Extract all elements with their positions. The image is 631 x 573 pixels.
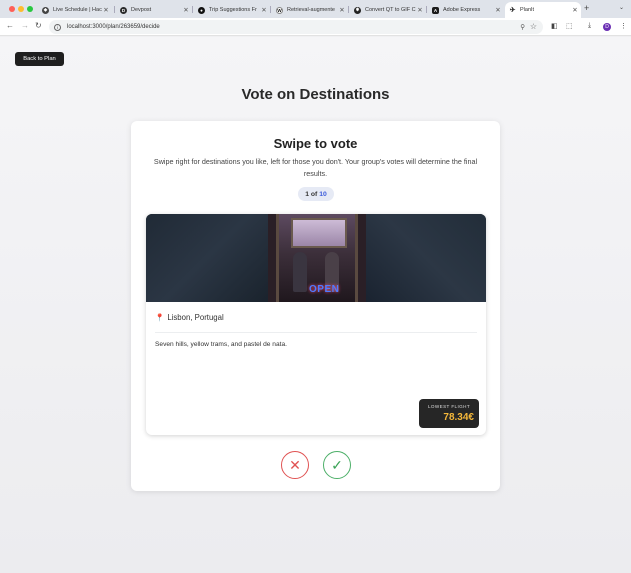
- accept-button[interactable]: ✓: [323, 451, 351, 479]
- address-bar[interactable]: i localhost:3000/plan/263659/decide ⚲ ☆: [49, 20, 543, 34]
- more-menu-icon[interactable]: ⋮: [620, 22, 627, 30]
- download-icon[interactable]: ⤓: [588, 22, 591, 30]
- browser-tab[interactable]: W Retrieval-augmente ✕: [272, 2, 348, 18]
- close-window-button[interactable]: [9, 6, 15, 12]
- lowest-flight-badge: LOWEST FLIGHT 78.34€: [419, 399, 479, 428]
- browser-tab[interactable]: D Devpost ✕: [116, 2, 192, 18]
- photo-wall-left: [146, 214, 268, 302]
- card-subtitle: Swipe right for destinations you like, l…: [153, 157, 478, 178]
- back-arrow-icon[interactable]: ←: [6, 21, 14, 30]
- close-tab-icon[interactable]: ✕: [416, 6, 424, 14]
- url-text[interactable]: localhost:3000/plan/263659/decide: [67, 24, 160, 30]
- photo-window-pane: [291, 218, 347, 248]
- tab-search-icon[interactable]: ⌄: [619, 4, 624, 11]
- profile-avatar[interactable]: D: [603, 23, 611, 31]
- card-title: Swipe to vote: [273, 136, 358, 151]
- bookmark-star-icon[interactable]: ☆: [530, 22, 537, 31]
- destination-photo: OPEN: [146, 214, 486, 302]
- reload-icon[interactable]: ↻: [35, 21, 42, 30]
- tab-separator: [114, 6, 115, 13]
- map-pin-icon: 📍: [155, 313, 165, 322]
- extensions-puzzle-icon[interactable]: ⬚: [566, 22, 573, 30]
- destination-card[interactable]: OPEN 📍 Lisbon, Portugal Seven hills, yel…: [146, 214, 486, 435]
- flight-price: 78.34€: [443, 412, 474, 423]
- minimize-window-button[interactable]: [18, 6, 24, 12]
- devpost-icon: D: [120, 6, 127, 14]
- destination-location: 📍 Lisbon, Portugal: [155, 313, 224, 322]
- destination-description: Seven hills, yellow trams, and pastel de…: [155, 341, 287, 348]
- tab-separator: [426, 6, 427, 13]
- browser-tab-active[interactable]: ✈ PlanIt ✕: [505, 2, 581, 18]
- site-info-icon[interactable]: i: [54, 23, 61, 31]
- close-tab-icon[interactable]: ✕: [182, 6, 190, 14]
- github-icon: ●: [198, 6, 205, 14]
- page-title: Vote on Destinations: [241, 86, 390, 103]
- close-tab-icon[interactable]: ✕: [494, 6, 502, 14]
- forward-arrow-icon[interactable]: →: [21, 21, 29, 30]
- open-neon-sign: OPEN: [309, 284, 340, 295]
- new-tab-icon[interactable]: +: [584, 3, 589, 13]
- divider: [155, 332, 477, 333]
- close-tab-icon[interactable]: ✕: [338, 6, 346, 14]
- reject-button[interactable]: ✕: [281, 451, 309, 479]
- tab-separator: [270, 6, 271, 13]
- adobe-icon: A: [432, 6, 439, 14]
- photo-window: OPEN: [268, 214, 366, 302]
- progress-counter: 1 of 10: [298, 187, 334, 201]
- plane-icon: ✈: [509, 7, 516, 14]
- photo-wall-right: [366, 214, 486, 302]
- photo-window-frame: OPEN: [276, 214, 358, 302]
- schedule-icon: ◆: [42, 6, 49, 14]
- maximize-window-button[interactable]: [27, 6, 33, 12]
- counter-total: 10: [319, 190, 327, 198]
- browser-tab[interactable]: ● Trip Suggestions Fr ✕: [194, 2, 270, 18]
- wikipedia-icon: W: [276, 6, 283, 14]
- close-tab-icon[interactable]: ✕: [102, 6, 110, 14]
- browser-tab-strip: ◆ Live Schedule | Hac ✕ D Devpost ✕ ● Tr…: [0, 0, 631, 18]
- browser-tab[interactable]: ✱ Convert QT to GIF C ✕: [350, 2, 426, 18]
- vote-card-container: Swipe to vote Swipe right for destinatio…: [131, 121, 500, 491]
- back-to-plan-button[interactable]: Back to Plan: [15, 52, 64, 66]
- zoom-icon[interactable]: ⚲: [520, 23, 525, 31]
- flight-label: LOWEST FLIGHT: [427, 404, 471, 409]
- extension-icon[interactable]: ◧: [551, 22, 558, 30]
- convert-icon: ✱: [354, 6, 361, 14]
- browser-tab[interactable]: ◆ Live Schedule | Hac ✕: [38, 2, 112, 18]
- check-icon: ✓: [331, 456, 343, 473]
- browser-toolbar: ← → ↻ i localhost:3000/plan/263659/decid…: [0, 18, 631, 36]
- location-text: Lisbon, Portugal: [167, 313, 224, 322]
- photo-person: [293, 252, 307, 292]
- close-tab-icon[interactable]: ✕: [260, 6, 268, 14]
- close-tab-icon[interactable]: ✕: [571, 6, 579, 14]
- browser-tab[interactable]: A Adobe Express ✕: [428, 2, 504, 18]
- tab-separator: [192, 6, 193, 13]
- close-icon: ✕: [289, 456, 301, 473]
- page-content: Back to Plan Vote on Destinations Swipe …: [0, 37, 631, 573]
- tab-separator: [348, 6, 349, 13]
